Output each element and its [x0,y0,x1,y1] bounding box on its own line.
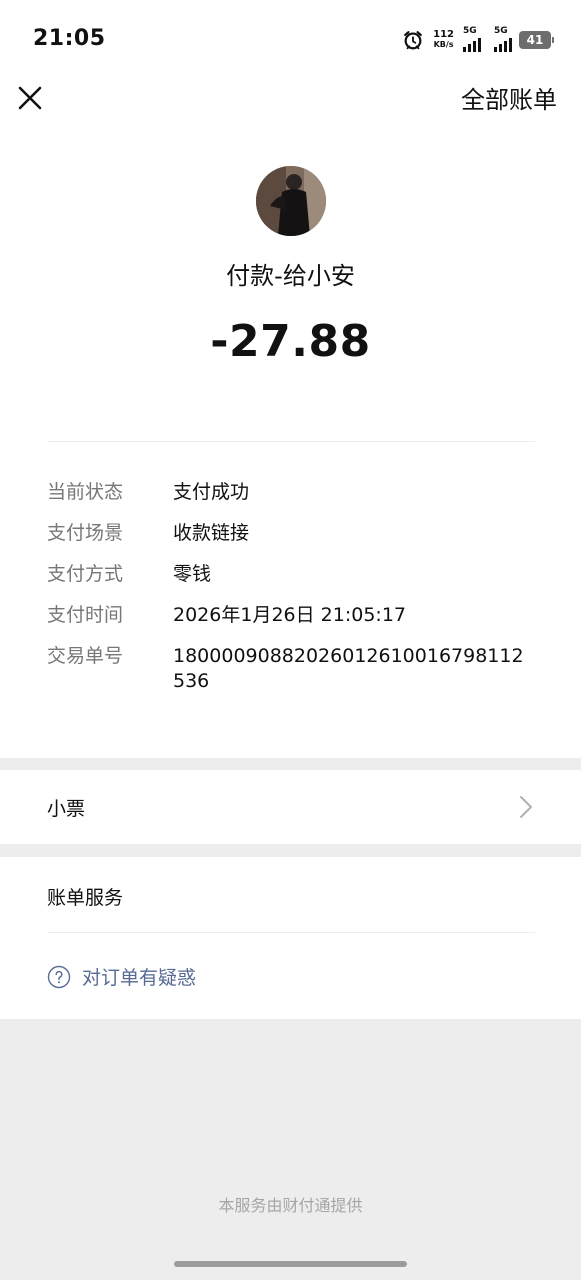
order-question-text: 对订单有疑惑 [82,967,197,989]
detail-label: 交易单号 [47,645,124,667]
alarm-icon [404,31,423,50]
status-bar: 21:05 112 KB/s 5G 5G 41 [0,0,581,78]
detail-value: 支付成功 [173,481,250,503]
sim2-generation: 5G [494,26,508,36]
battery-level: 41 [526,33,544,47]
network-speed-value: 112 [433,29,454,40]
detail-value: 收款链接 [173,522,250,544]
avatar [256,166,326,236]
divider [47,932,535,933]
detail-row-order-no: 交易单号 18000090882026012610016798112536 [47,644,537,694]
network-speed-unit: KB/s [433,40,454,49]
close-icon[interactable] [16,84,44,112]
detail-value: 零钱 [173,563,212,585]
detail-label: 支付方式 [47,563,124,585]
chevron-right-icon [520,796,532,818]
detail-value[interactable]: 18000090882026012610016798112536 [173,644,535,694]
signal-icon: 5G [463,26,487,52]
home-indicator[interactable] [174,1261,407,1267]
receipt-row[interactable]: 小票 [0,770,581,844]
status-time: 21:05 [33,26,106,51]
transaction-card: 全部账单 付款-给小安 -27.88 当前状态 支付成功 支付场景 收款链接 支… [0,78,581,758]
battery-icon: 41 [519,31,554,49]
sim1-generation: 5G [463,26,477,36]
detail-row-scene: 支付场景 收款链接 [47,521,537,546]
detail-value: 2026年1月26日 21:05:17 [173,604,406,626]
detail-label: 支付时间 [47,604,124,626]
detail-row-status: 当前状态 支付成功 [47,480,537,505]
bill-detail-page: 21:05 112 KB/s 5G 5G 41 全部账单 付款-给小安 -27.… [0,0,581,1280]
detail-label: 当前状态 [47,481,124,503]
order-question-link[interactable]: 对订单有疑惑 [47,963,196,990]
amount: -27.88 [210,316,371,367]
network-speed: 112 KB/s [433,30,454,50]
transaction-details: 当前状态 支付成功 支付场景 收款链接 支付方式 零钱 支付时间 2026年1月… [47,480,537,710]
receipt-label: 小票 [47,798,86,820]
provider-footer: 本服务由财付通提供 [218,1196,363,1215]
bill-service-card: 账单服务 对订单有疑惑 [0,857,581,1019]
question-circle-icon [47,965,71,988]
detail-row-method: 支付方式 零钱 [47,562,537,587]
status-icons: 112 KB/s 5G 5G 41 [402,26,554,54]
divider [47,441,535,442]
detail-label: 支付场景 [47,522,124,544]
signal-icon-2: 5G [494,26,512,52]
payee-name: 付款-给小安 [226,262,355,290]
bill-service-title: 账单服务 [47,887,124,909]
detail-row-time: 支付时间 2026年1月26日 21:05:17 [47,603,537,628]
all-bills-button[interactable]: 全部账单 [461,80,557,115]
